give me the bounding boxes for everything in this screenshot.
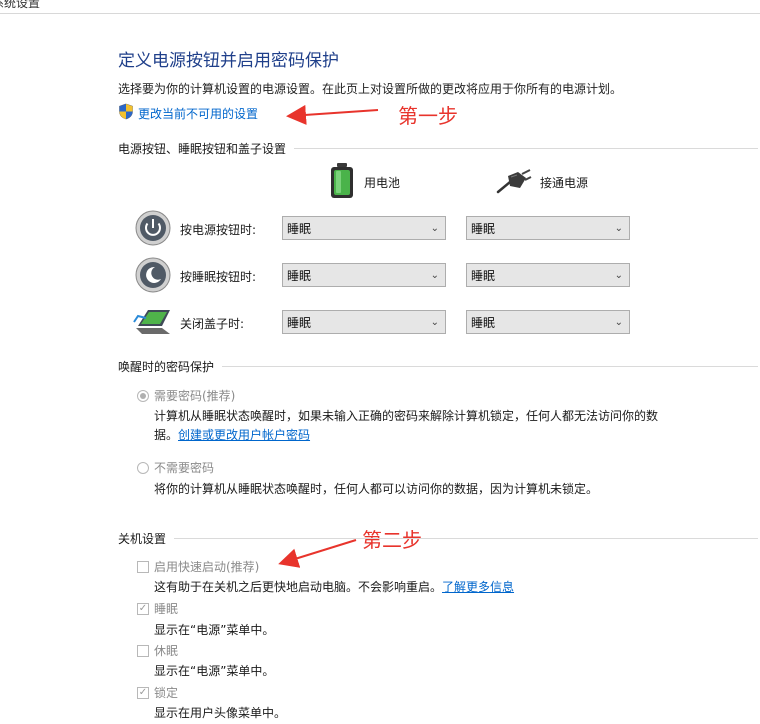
sleep-button-icon — [135, 257, 171, 297]
chevron-down-icon: ⌄ — [614, 269, 623, 281]
select-value: 睡眠 — [471, 221, 496, 236]
chevron-down-icon: ⌄ — [430, 269, 439, 281]
sleep-checkbox[interactable]: ✓ — [137, 603, 149, 615]
section-divider — [294, 148, 758, 149]
power-button-plugged-select[interactable]: 睡眠 ⌄ — [466, 216, 630, 240]
hibernate-checkbox[interactable] — [137, 645, 149, 657]
section-divider — [174, 538, 758, 539]
sleep-desc: 显示在“电源”菜单中。 — [154, 623, 275, 637]
require-password-desc-line1: 计算机从睡眠状态唤醒时，如果未输入正确的密码来解除计算机锁定，任何人都无法访问你… — [154, 409, 659, 423]
sleep-button-plugged-select[interactable]: 睡眠 ⌄ — [466, 263, 630, 287]
hibernate-desc: 显示在“电源”菜单中。 — [154, 664, 275, 678]
plugged-in-column-header: 接通电源 — [496, 168, 588, 197]
power-button-battery-select[interactable]: 睡眠 ⌄ — [282, 216, 446, 240]
desc-prefix: 据。 — [154, 428, 179, 442]
desc-text: 这有助于在关机之后更快地启动电脑。不会影响重启。 — [154, 580, 443, 594]
require-password-radio[interactable] — [137, 390, 149, 402]
power-button-icon — [135, 210, 171, 250]
chevron-down-icon: ⌄ — [430, 316, 439, 328]
checkmark-icon: ✓ — [138, 687, 148, 698]
hibernate-label: 休眠 — [154, 644, 179, 658]
select-value: 睡眠 — [287, 268, 312, 283]
close-lid-battery-select[interactable]: 睡眠 ⌄ — [282, 310, 446, 334]
section-heading-text: 电源按钮、睡眠按钮和盖子设置 — [118, 142, 287, 156]
battery-column-header: 用电池 — [328, 162, 400, 203]
require-password-label: 需要密码(推荐) — [154, 389, 236, 403]
no-password-radio[interactable] — [137, 462, 149, 474]
step1-annotation: 第一步 — [398, 104, 458, 128]
lock-checkbox[interactable]: ✓ — [137, 687, 149, 699]
lock-desc: 显示在用户头像菜单中。 — [154, 706, 287, 720]
sleep-button-label: 按睡眠按钮时: — [180, 270, 257, 284]
chevron-down-icon: ⌄ — [614, 316, 623, 328]
battery-icon — [328, 162, 356, 203]
require-password-desc-line2: 据。创建或更改用户帐户密码 — [154, 426, 310, 443]
fast-startup-label: 启用快速启动(推荐) — [154, 560, 260, 574]
checkmark-icon: ✓ — [138, 603, 148, 614]
close-lid-plugged-select[interactable]: 睡眠 ⌄ — [466, 310, 630, 334]
select-value: 睡眠 — [471, 268, 496, 283]
learn-more-link[interactable]: 了解更多信息 — [442, 580, 514, 594]
sleep-button-battery-select[interactable]: 睡眠 ⌄ — [282, 263, 446, 287]
fast-startup-checkbox[interactable] — [137, 561, 149, 573]
power-buttons-section-heading: 电源按钮、睡眠按钮和盖子设置 — [118, 140, 758, 157]
no-password-label: 不需要密码 — [154, 461, 215, 475]
section-heading-text: 唤醒时的密码保护 — [118, 360, 215, 374]
sleep-label: 睡眠 — [154, 602, 179, 616]
fast-startup-desc: 这有助于在关机之后更快地启动电脑。不会影响重启。了解更多信息 — [154, 578, 514, 595]
select-value: 睡眠 — [287, 221, 312, 236]
power-button-label: 按电源按钮时: — [180, 223, 257, 237]
lock-label: 锁定 — [154, 686, 179, 700]
select-value: 睡眠 — [287, 315, 312, 330]
chevron-down-icon: ⌄ — [430, 222, 439, 234]
chevron-down-icon: ⌄ — [614, 222, 623, 234]
shutdown-section-heading: 关机设置 — [118, 530, 758, 547]
close-lid-label: 关闭盖子时: — [180, 317, 245, 331]
battery-label: 用电池 — [364, 176, 401, 190]
power-plug-icon — [496, 168, 532, 197]
select-value: 睡眠 — [471, 315, 496, 330]
section-divider — [222, 366, 758, 367]
step1-arrow — [286, 104, 379, 125]
create-password-link[interactable]: 创建或更改用户帐户密码 — [178, 428, 310, 442]
section-heading-text: 关机设置 — [118, 532, 167, 546]
no-password-desc: 将你的计算机从睡眠状态唤醒时，任何人都可以访问你的数据，因为计算机未锁定。 — [154, 482, 599, 496]
wake-password-section-heading: 唤醒时的密码保护 — [118, 358, 758, 375]
plugged-in-label: 接通电源 — [540, 176, 589, 190]
laptop-lid-icon — [132, 304, 174, 342]
